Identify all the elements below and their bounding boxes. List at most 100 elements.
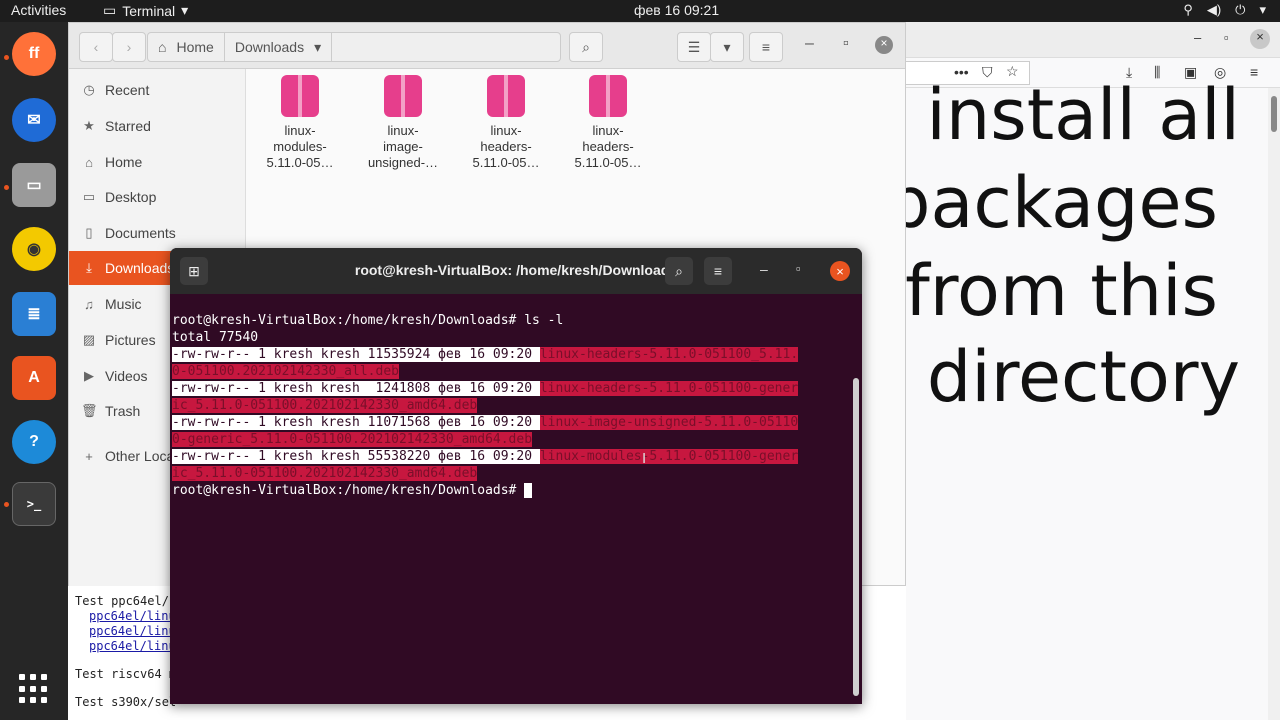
terminal-output[interactable]: root@kresh-VirtualBox:/home/kresh/Downlo… <box>172 295 848 533</box>
thunderbird-icon[interactable]: ✉ <box>12 98 56 142</box>
sidebar-item-recent[interactable]: ◷ Recent <box>69 73 246 107</box>
file-name-line: image- <box>383 139 423 154</box>
sidebar-item-desktop[interactable]: ▭ Desktop <box>69 180 246 214</box>
menu-button[interactable]: ≡ <box>749 32 783 62</box>
download-icon: ⤓ <box>86 260 92 275</box>
plus-icon: + <box>85 448 93 464</box>
desktop-icon: ▭ <box>82 189 96 204</box>
view-options-button[interactable]: ▾ <box>710 32 744 62</box>
ls-filename: ic_5.11.0-051100.202102142330_amd64.deb <box>172 398 478 413</box>
sidebar-item-starred[interactable]: ★ Starred <box>69 109 246 143</box>
clock-icon: ◷ <box>83 82 95 97</box>
deb-package-icon <box>487 75 525 117</box>
forward-button[interactable]: › <box>112 32 146 62</box>
terminal-line: -rw-rw-r-- 1 kresh kresh 1241808 фев 16 … <box>172 380 848 397</box>
terminal-line: 0-051100.202102142330_all.deb <box>172 363 848 380</box>
system-tray[interactable]: ⚲ ◀) ⏻ ▾ <box>1183 2 1266 18</box>
terminal-menu-button[interactable]: ≡ <box>704 257 732 285</box>
sidebar-item-label: Trash <box>105 403 141 419</box>
search-icon: ⌕ <box>582 38 590 55</box>
terminal-line: -rw-rw-r-- 1 kresh kresh 11535924 фев 16… <box>172 346 848 363</box>
terminal-scrollbar[interactable] <box>853 378 859 696</box>
browser-scrollbar[interactable] <box>1268 88 1280 720</box>
ls-filename: linux-headers-5.11.0-051100-gener <box>539 381 799 396</box>
firefox-icon[interactable]: ff <box>12 32 56 76</box>
sidebar-item-label: Recent <box>105 82 150 98</box>
file-name-line: 5.11.0-05… <box>266 155 334 170</box>
file-item[interactable]: linux- modules- 5.11.0-05… <box>255 75 345 171</box>
network-icon: ⚲ <box>1183 2 1193 17</box>
minimize-icon[interactable]: – <box>760 261 768 277</box>
scroll-thumb[interactable] <box>1271 96 1277 132</box>
downloads-crumb[interactable]: Downloads <box>235 39 304 55</box>
show-applications-icon[interactable] <box>19 674 49 704</box>
deb-package-icon <box>589 75 627 117</box>
list-view-icon: ☰ <box>687 38 701 55</box>
running-indicator <box>4 55 9 60</box>
menu-icon[interactable]: ≡ <box>1250 64 1258 80</box>
terminal-line: ic_5.11.0-051100.202102142330_amd64.deb <box>172 397 848 414</box>
help-icon[interactable]: ? <box>12 420 56 464</box>
overlay-line-3: from this <box>905 250 1218 332</box>
close-icon[interactable]: × <box>830 261 850 281</box>
sidebar-item-home[interactable]: ⌂ Home <box>69 145 246 179</box>
ls-meta: -rw-rw-r-- 1 kresh kresh 11535924 фев 16… <box>172 347 540 362</box>
close-icon[interactable]: × <box>875 36 893 54</box>
close-icon[interactable]: × <box>1250 29 1270 49</box>
overlay-line-1: install all <box>926 74 1240 156</box>
sidebar-item-label: Videos <box>105 368 148 384</box>
top-bar: Activities ▭ Terminal ▾ фев 16 09:21 ⚲ ◀… <box>0 0 1280 22</box>
app-menu[interactable]: ▭ Terminal ▾ <box>103 2 188 19</box>
sidebar-item-documents[interactable]: ▯ Documents <box>69 216 246 250</box>
document-icon: ▯ <box>85 225 93 240</box>
minimize-icon[interactable]: – <box>1194 30 1201 45</box>
chevron-down-icon[interactable]: ▾ <box>314 39 321 56</box>
path-bar: ⌂ Home Downloads ▾ <box>147 32 561 62</box>
ls-meta: -rw-rw-r-- 1 kresh kresh 55538220 фев 16… <box>172 449 540 464</box>
home-crumb[interactable]: Home <box>176 39 213 55</box>
back-button[interactable]: ‹ <box>79 32 113 62</box>
terminal-line: root@kresh-VirtualBox:/home/kresh/Downlo… <box>172 482 848 499</box>
terminal-headerbar: ⊞ root@kresh-VirtualBox: /home/kresh/Dow… <box>170 248 862 294</box>
terminal-line: -rw-rw-r-- 1 kresh kresh 55538220 фев 16… <box>172 448 848 465</box>
deb-package-icon <box>281 75 319 117</box>
writer-icon[interactable]: ≣ <box>12 292 56 336</box>
sidebar-item-label: Downloads <box>105 260 175 276</box>
maximize-icon[interactable]: ▫ <box>843 35 849 53</box>
menu-icon: ≡ <box>761 39 771 55</box>
clock[interactable]: фев 16 09:21 <box>634 2 719 18</box>
volume-icon: ◀) <box>1206 2 1222 17</box>
view-list-button[interactable]: ☰ <box>677 32 711 62</box>
ls-meta: -rw-rw-r-- 1 kresh kresh 11071568 фев 16… <box>172 415 540 430</box>
ls-filename: 0-generic_5.11.0-051100.202102142330_amd… <box>172 432 533 447</box>
power-icon: ⏻ <box>1235 2 1246 17</box>
terminal-line: root@kresh-VirtualBox:/home/kresh/Downlo… <box>172 313 564 328</box>
terminal-icon[interactable]: >_ <box>12 482 56 526</box>
activities-button[interactable]: Activities <box>11 2 66 18</box>
ls-filename: ic_5.11.0-051100.202102142330_amd64.deb <box>172 466 478 481</box>
terminal-window: ⊞ root@kresh-VirtualBox: /home/kresh/Dow… <box>170 248 862 704</box>
file-item[interactable]: linux- headers- 5.11.0-05… <box>563 75 653 171</box>
terminal-line: 0-generic_5.11.0-051100.202102142330_amd… <box>172 431 848 448</box>
video-icon: ▶ <box>84 368 94 383</box>
browser-titlebar: – ▫ × <box>906 22 1280 58</box>
running-indicator <box>4 185 9 190</box>
minimize-icon[interactable]: – <box>805 35 814 53</box>
file-item[interactable]: linux- image- unsigned-… <box>358 75 448 171</box>
terminal-search-button[interactable]: ⌕ <box>665 257 693 285</box>
file-item[interactable]: linux- headers- 5.11.0-05… <box>461 75 551 171</box>
search-icon: ⌕ <box>675 262 683 279</box>
search-button[interactable]: ⌕ <box>569 32 603 62</box>
music-icon: ♫ <box>84 296 94 312</box>
files-icon[interactable]: ▭ <box>12 163 56 207</box>
software-icon[interactable]: A <box>12 356 56 400</box>
rhythmbox-icon[interactable]: ◉ <box>12 227 56 271</box>
maximize-icon[interactable]: ▫ <box>1224 30 1229 45</box>
ls-filename: linux-image-unsigned-5.11.0-05110 <box>539 415 799 430</box>
menu-icon: ≡ <box>713 263 723 279</box>
maximize-icon[interactable]: ▫ <box>796 261 801 276</box>
app-menu-label: Terminal <box>122 2 176 19</box>
ls-filename: 0-051100.202102142330_all.deb <box>172 364 399 379</box>
sidebar-item-label: Home <box>105 154 143 170</box>
file-name-line: linux- <box>387 123 419 138</box>
